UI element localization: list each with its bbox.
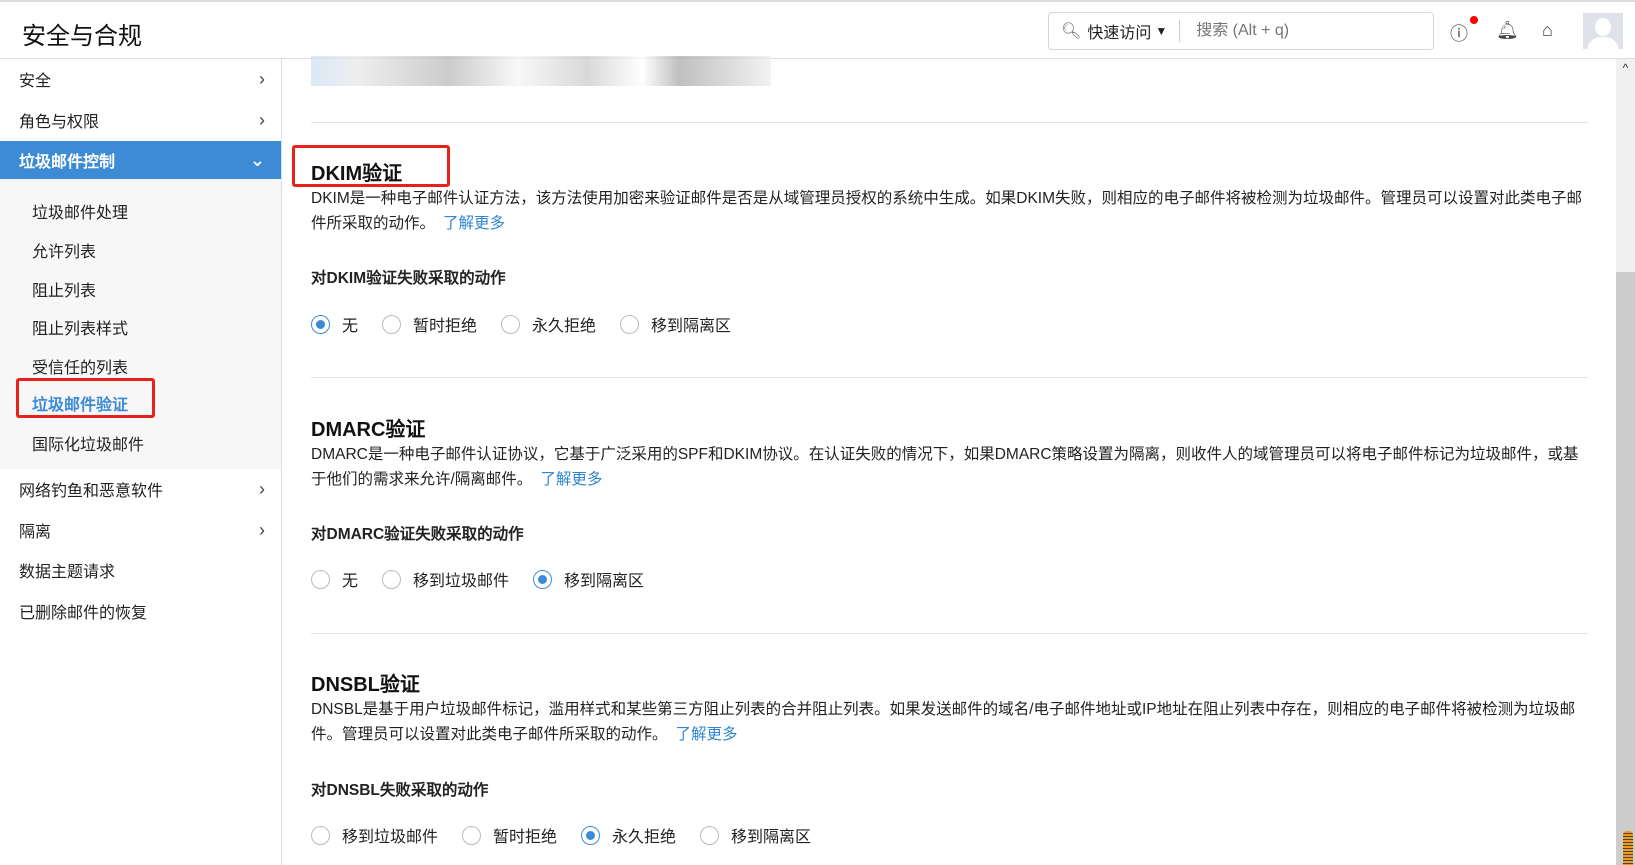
radio-perm-reject[interactable]: 永久拒绝 <box>581 823 676 847</box>
chevron-down-icon: ⌄ <box>249 149 265 170</box>
submenu-item-intl-spam[interactable]: 国际化垃圾邮件 <box>32 431 144 455</box>
radio-circle[interactable] <box>620 314 640 334</box>
radio-circle[interactable] <box>382 314 402 334</box>
help-icon[interactable]: ⓘ <box>1450 20 1468 46</box>
learn-more-link[interactable]: 了解更多 <box>443 215 505 232</box>
action-label-dkim: 对DKIM验证失败采取的动作 <box>311 270 506 287</box>
sidebar-item-data-subject-requests[interactable]: 数据主题请求 <box>0 550 281 590</box>
action-label-dnsbl: 对DNSBL失败采取的动作 <box>311 782 489 799</box>
learn-more-link[interactable]: 了解更多 <box>540 471 602 488</box>
radio-temp-reject[interactable]: 暂时拒绝 <box>462 823 557 847</box>
section-desc-dmarc: DMARC是一种电子邮件认证协议，它基于广泛采用的SPF和DKIM协议。在认证失… <box>311 442 1591 492</box>
avatar[interactable] <box>1583 13 1623 49</box>
section-title-dmarc: DMARC验证 <box>311 419 426 441</box>
radio-label: 永久拒绝 <box>612 829 677 846</box>
radio-circle[interactable] <box>462 825 482 845</box>
sidebar-item-label: 安全 <box>19 73 52 90</box>
radio-group-dnsbl: 移到垃圾邮件 暂时拒绝 永久拒绝 移到隔离区 <box>311 823 835 847</box>
radio-circle[interactable] <box>311 569 330 589</box>
desc-text: DMARC是一种电子邮件认证协议，它基于广泛采用的SPF和DKIM协议。在认证失… <box>311 446 1579 488</box>
sidebar-item-label: 垃圾邮件控制 <box>19 154 116 171</box>
chevron-right-icon: › <box>259 519 265 540</box>
radio-circle[interactable] <box>700 825 720 845</box>
sidebar-item-label: 已删除邮件的恢复 <box>19 605 148 622</box>
submenu-item-allow-list[interactable]: 允许列表 <box>32 238 96 262</box>
radio-label: 无 <box>342 573 359 590</box>
submenu-item-block-list[interactable]: 阻止列表 <box>32 277 96 301</box>
blurred-content <box>311 56 771 86</box>
radio-move-to-spam[interactable]: 移到垃圾邮件 <box>311 823 438 847</box>
radio-circle[interactable] <box>311 314 330 334</box>
radio-group-dmarc: 无 移到垃圾邮件 移到隔离区 <box>311 567 668 591</box>
notification-dot <box>1470 16 1478 24</box>
radio-label: 移到隔离区 <box>564 573 645 590</box>
desc-text: DNSBL是基于用户垃圾邮件标记，滥用样式和某些第三方阻止列表的合并阻止列表。如… <box>311 701 1576 743</box>
chevron-right-icon: › <box>259 68 265 89</box>
section-desc-dkim: DKIM是一种电子邮件认证方法，该方法使用加密来验证邮件是否是从域管理员授权的系… <box>311 186 1591 236</box>
radio-circle[interactable] <box>382 569 402 589</box>
scrollbar[interactable]: ^ <box>1616 59 1635 865</box>
submenu-item-block-list-patterns[interactable]: 阻止列表样式 <box>32 315 128 339</box>
sidebar-item-label: 角色与权限 <box>19 114 100 131</box>
radio-label: 移到隔离区 <box>731 829 812 846</box>
sidebar: 安全 › 角色与权限 › 垃圾邮件控制 ⌄ 垃圾邮件处理 允许列表 阻止列表 阻止列表… <box>0 59 282 865</box>
radio-circle[interactable] <box>533 569 553 589</box>
quick-access-dropdown[interactable]: 快速访问 <box>1087 19 1151 43</box>
submenu-item-trusted-list[interactable]: 受信任的列表 <box>32 354 128 378</box>
highlight-box <box>292 145 450 187</box>
radio-move-to-spam[interactable]: 移到垃圾邮件 <box>382 567 509 591</box>
radio-label: 移到垃圾邮件 <box>342 829 439 846</box>
caret-down-icon[interactable]: ▼ <box>1155 24 1167 38</box>
sidebar-item-phishing-malware[interactable]: 网络钓鱼和恶意软件 › <box>0 469 281 509</box>
radio-label: 永久拒绝 <box>532 318 597 335</box>
section-desc-dnsbl: DNSBL是基于用户垃圾邮件标记，滥用样式和某些第三方阻止列表的合并阻止列表。如… <box>311 697 1591 747</box>
sidebar-item-quarantine[interactable]: 隔离 › <box>0 510 281 550</box>
search-input[interactable] <box>1196 22 1417 40</box>
section-title-dnsbl: DNSBL验证 <box>311 674 420 696</box>
radio-temp-reject[interactable]: 暂时拒绝 <box>382 312 477 336</box>
app-title: 安全与合规 <box>22 23 142 50</box>
learn-more-link[interactable]: 了解更多 <box>676 726 738 743</box>
radio-none[interactable]: 无 <box>311 567 358 591</box>
sidebar-item-label: 网络钓鱼和恶意软件 <box>19 483 164 500</box>
sidebar-item-security[interactable]: 安全 › <box>0 59 281 99</box>
highlight-box <box>16 378 155 418</box>
sidebar-item-spam-control[interactable]: 垃圾邮件控制 ⌄ <box>0 141 281 179</box>
radio-label: 无 <box>342 318 359 335</box>
radio-none[interactable]: 无 <box>311 312 358 336</box>
radio-label: 暂时拒绝 <box>413 318 478 335</box>
radio-perm-reject[interactable]: 永久拒绝 <box>501 312 596 336</box>
submenu-item-spam-processing[interactable]: 垃圾邮件处理 <box>32 199 128 223</box>
radio-quarantine[interactable]: 移到隔离区 <box>620 312 731 336</box>
sidebar-item-label: 数据主题请求 <box>19 564 116 581</box>
action-label-dmarc: 对DMARC验证失败采取的动作 <box>311 526 524 543</box>
bell-icon[interactable]: 🔔︎ <box>1496 20 1519 41</box>
home-icon[interactable]: ⌂ <box>1542 20 1553 41</box>
submenu: 垃圾邮件处理 允许列表 阻止列表 阻止列表样式 受信任的列表 垃圾邮件验证 国际… <box>0 179 281 469</box>
top-header: 安全与合规 🔍︎ 快速访问 ▼ ⓘ 🔔︎ ⌂ <box>0 0 1635 59</box>
scroll-up-arrow-icon[interactable]: ^ <box>1616 61 1635 75</box>
scrollbar-thumb[interactable] <box>1616 272 1635 865</box>
divider <box>311 377 1588 378</box>
search-icon: 🔍︎ <box>1061 23 1082 40</box>
chevron-right-icon: › <box>259 109 265 130</box>
radio-quarantine[interactable]: 移到隔离区 <box>700 823 811 847</box>
sidebar-item-deleted-mail-recovery[interactable]: 已删除邮件的恢复 <box>0 591 281 631</box>
divider <box>311 633 1588 634</box>
chevron-right-icon: › <box>259 478 265 499</box>
grip-icon <box>1623 831 1633 865</box>
sidebar-item-label: 隔离 <box>19 524 52 541</box>
quick-access-search[interactable]: 🔍︎ 快速访问 ▼ <box>1048 12 1434 50</box>
radio-group-dkim: 无 暂时拒绝 永久拒绝 移到隔离区 <box>311 312 755 336</box>
radio-label: 移到垃圾邮件 <box>413 573 510 590</box>
radio-circle[interactable] <box>501 314 521 334</box>
radio-circle[interactable] <box>581 825 601 845</box>
divider <box>311 122 1588 123</box>
radio-label: 移到隔离区 <box>651 318 732 335</box>
radio-quarantine[interactable]: 移到隔离区 <box>533 567 644 591</box>
radio-circle[interactable] <box>311 825 330 845</box>
radio-label: 暂时拒绝 <box>493 829 558 846</box>
sidebar-item-roles[interactable]: 角色与权限 › <box>0 100 281 140</box>
divider <box>1179 20 1181 42</box>
